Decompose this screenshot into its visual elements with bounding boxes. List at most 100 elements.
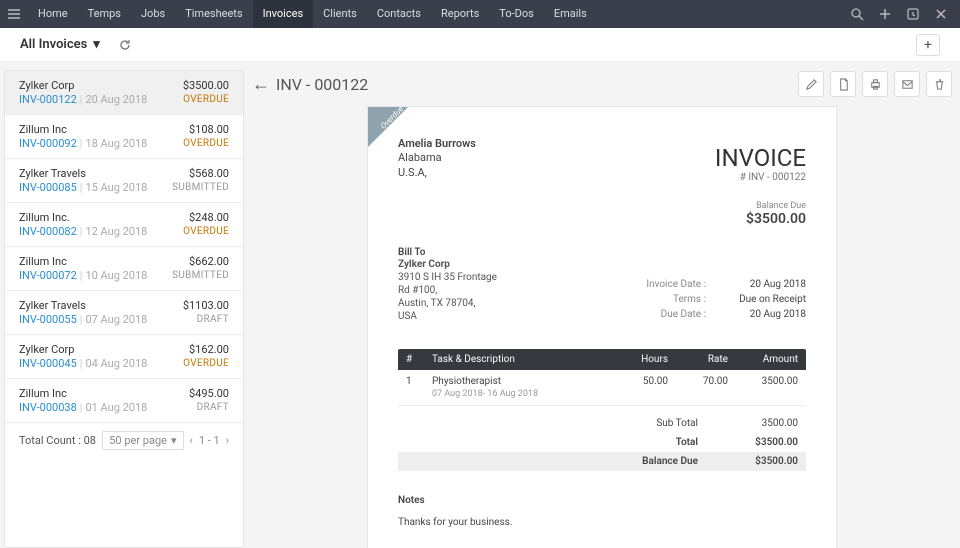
invoice-id: INV-000085 [19, 181, 77, 194]
pdf-button[interactable] [830, 71, 856, 97]
total-row: Total$3500.00 [398, 433, 806, 452]
amount: $1103.00 [183, 299, 229, 312]
nav-emails[interactable]: Emails [544, 0, 597, 28]
invoice-id: INV-000045 [19, 357, 77, 370]
bill-to-label: Bill To [398, 247, 806, 258]
client-name: Zillum Inc [19, 255, 67, 268]
add-icon[interactable] [878, 7, 892, 21]
chevron-down-icon: ▾ [171, 434, 177, 447]
page-range: 1 - 1 [199, 434, 220, 447]
back-icon[interactable]: ← [252, 74, 270, 95]
invoice-list-item[interactable]: Zylker Travels$568.00INV-000085 | 15 Aug… [5, 159, 243, 203]
invoice-list-item[interactable]: Zillum Inc$108.00INV-000092 | 18 Aug 201… [5, 115, 243, 159]
delete-button[interactable] [926, 71, 952, 97]
invoice-list-item[interactable]: Zylker Travels$1103.00INV-000055 | 07 Au… [5, 291, 243, 335]
notes-label: Notes [398, 495, 425, 506]
nav-tabs: HomeTempsJobsTimesheetsInvoicesClientsCo… [28, 0, 597, 28]
invoice-number: # INV - 000122 [398, 172, 806, 183]
nav-jobs[interactable]: Jobs [131, 0, 175, 28]
col-amount: Amount [728, 354, 798, 365]
invoice-date: 12 Aug 2018 [85, 225, 147, 238]
meta-row: Terms :Due on Receipt [606, 292, 806, 307]
nav-contacts[interactable]: Contacts [367, 0, 431, 28]
pager: 50 per page▾ ‹ 1 - 1 › [102, 431, 229, 450]
status-badge: OVERDUE [183, 94, 229, 105]
print-button[interactable] [862, 71, 888, 97]
tools-icon[interactable] [934, 7, 948, 21]
invoice-meta: Invoice Date :20 Aug 2018Terms :Due on R… [606, 277, 806, 322]
clock-icon[interactable] [906, 7, 920, 21]
balance-due-block: Balance Due $3500.00 [398, 201, 806, 227]
menu-icon[interactable] [0, 7, 28, 21]
invoice-list-item[interactable]: Zillum Inc$495.00INV-000038 | 01 Aug 201… [5, 379, 243, 423]
invoice-id: INV-000055 [19, 313, 77, 326]
prev-page-icon[interactable]: ‹ [190, 434, 193, 447]
amount: $3500.00 [183, 79, 229, 92]
totals: Sub Total3500.00 Total$3500.00 Balance D… [398, 414, 806, 471]
balance-due-amount: $3500.00 [398, 211, 806, 227]
next-page-icon[interactable]: › [226, 434, 229, 447]
invoice-list-item[interactable]: Zillum Inc.$248.00INV-000082 | 12 Aug 20… [5, 203, 243, 247]
invoice-date: 15 Aug 2018 [85, 181, 147, 194]
client-name: Zillum Inc. [19, 211, 70, 224]
status-badge: DRAFT [197, 402, 229, 413]
invoice-date: 20 Aug 2018 [85, 93, 147, 106]
per-page-select[interactable]: 50 per page▾ [102, 431, 183, 450]
top-navbar: HomeTempsJobsTimesheetsInvoicesClientsCo… [0, 0, 960, 28]
new-invoice-button[interactable]: + [916, 34, 940, 56]
col-desc: Task & Description [432, 354, 608, 365]
invoice-date: 18 Aug 2018 [85, 137, 147, 150]
nav-home[interactable]: Home [28, 0, 78, 28]
meta-row: Invoice Date :20 Aug 2018 [606, 277, 806, 292]
amount: $162.00 [189, 343, 229, 356]
detail-header: ← INV - 000122 [252, 66, 952, 102]
list-header: All Invoices ▾ + [0, 28, 960, 62]
total-count: Total Count : 08 [19, 434, 96, 447]
subtotal-row: Sub Total3500.00 [398, 414, 806, 433]
invoice-list-item[interactable]: Zylker Corp$3500.00INV-000122 | 20 Aug 2… [5, 71, 243, 115]
invoice-date: 01 Aug 2018 [85, 401, 147, 414]
invoice-id: INV-000122 [19, 93, 77, 106]
detail-pane: ← INV - 000122 Overdue Amelia Burrows Al… [244, 62, 960, 548]
detail-actions [798, 71, 952, 97]
col-num: # [406, 354, 432, 365]
nav-invoices[interactable]: Invoices [253, 0, 314, 28]
invoice-date: 04 Aug 2018 [85, 357, 147, 370]
status-badge: OVERDUE [183, 226, 229, 237]
table-row: 1Physiotherapist07 Aug 2018- 16 Aug 2018… [398, 370, 806, 406]
amount: $662.00 [189, 255, 229, 268]
invoice-date: 10 Aug 2018 [85, 269, 147, 282]
col-rate: Rate [668, 354, 728, 365]
edit-button[interactable] [798, 71, 824, 97]
amount: $108.00 [189, 123, 229, 136]
invoice-date: 07 Aug 2018 [85, 313, 147, 326]
invoice-list-item[interactable]: Zylker Corp$162.00INV-000045 | 04 Aug 20… [5, 335, 243, 379]
notes-text: Thanks for your business. [398, 517, 512, 528]
col-hours: Hours [608, 354, 668, 365]
main-area: Zylker Corp$3500.00INV-000122 | 20 Aug 2… [0, 62, 960, 548]
nav-to-dos[interactable]: To-Dos [489, 0, 544, 28]
table-header: # Task & Description Hours Rate Amount [398, 349, 806, 370]
nav-temps[interactable]: Temps [78, 0, 131, 28]
nav-reports[interactable]: Reports [431, 0, 489, 28]
meta-row: Due Date :20 Aug 2018 [606, 307, 806, 322]
balance-due-row: Balance Due$3500.00 [398, 452, 806, 471]
invoice-id: INV-000072 [19, 269, 77, 282]
client-name: Zylker Corp [19, 79, 74, 92]
client-name: Zylker Corp [19, 343, 74, 356]
nav-timesheets[interactable]: Timesheets [175, 0, 252, 28]
list-title-dropdown[interactable]: All Invoices ▾ [20, 37, 100, 52]
invoice-list-item[interactable]: Zillum Inc$662.00INV-000072 | 10 Aug 201… [5, 247, 243, 291]
invoice-sheet: Overdue Amelia Burrows Alabama U.S.A, IN… [367, 106, 837, 548]
status-badge: SUBMITTED [172, 270, 229, 281]
refresh-icon[interactable] [118, 38, 132, 52]
search-icon[interactable] [850, 7, 864, 21]
top-actions [850, 7, 960, 21]
client-name: Zillum Inc [19, 387, 67, 400]
nav-clients[interactable]: Clients [313, 0, 367, 28]
status-badge: OVERDUE [183, 358, 229, 369]
invoice-id: INV-000092 [19, 137, 77, 150]
line-items-table: # Task & Description Hours Rate Amount 1… [398, 349, 806, 406]
email-button[interactable] [894, 71, 920, 97]
notes: Notes Thanks for your business. [398, 495, 806, 528]
